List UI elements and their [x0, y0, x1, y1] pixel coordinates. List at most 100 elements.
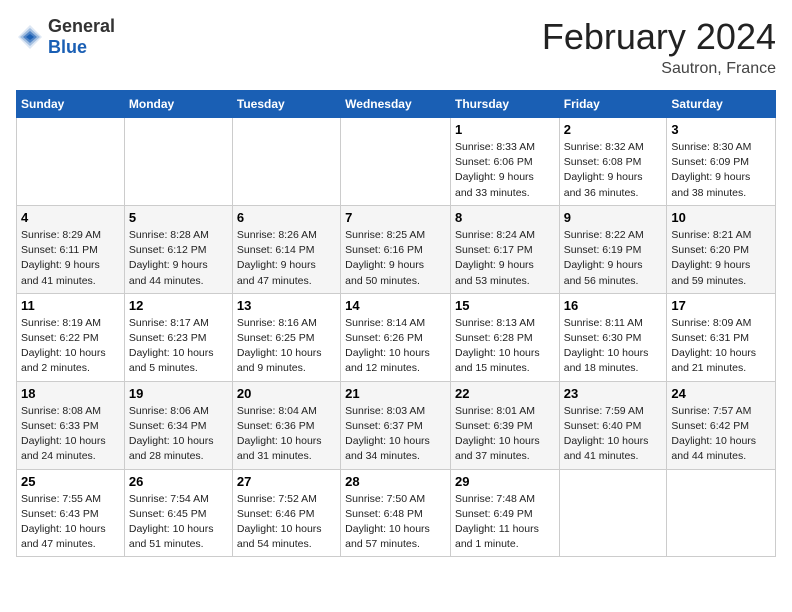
day-info: Sunrise: 8:09 AM Sunset: 6:31 PM Dayligh… — [671, 316, 771, 377]
calendar-cell: 10 Sunrise: 8:21 AM Sunset: 6:20 PM Dayli… — [667, 205, 776, 293]
day-number: 12 — [129, 298, 228, 313]
day-number: 5 — [129, 210, 228, 225]
calendar-cell: 17Sunrise: 8:09 AM Sunset: 6:31 PM Dayli… — [667, 293, 776, 381]
day-info: Sunrise: 7:54 AM Sunset: 6:45 PM Dayligh… — [129, 492, 228, 553]
calendar-cell: 29 Sunrise: 7:48 AM Sunset: 6:49 PM Dayli… — [450, 469, 559, 557]
calendar-cell — [559, 469, 667, 557]
day-number: 22 — [455, 386, 555, 401]
calendar-cell: 18 Sunrise: 8:08 AM Sunset: 6:33 PM Dayli… — [17, 381, 125, 469]
day-number: 9 — [564, 210, 663, 225]
logo: General Blue — [16, 16, 115, 58]
day-number: 4 — [21, 210, 120, 225]
day-number: 13 — [237, 298, 336, 313]
month-title: February 2024 — [542, 16, 776, 58]
day-info: Sunrise: 8:29 AM Sunset: 6:11 PM Dayligh… — [21, 228, 120, 289]
day-info: Sunrise: 8:32 AM Sunset: 6:08 PM Dayligh… — [564, 140, 663, 201]
day-number: 24 — [671, 386, 771, 401]
calendar-cell: 20 Sunrise: 8:04 AM Sunset: 6:36 PM Dayli… — [232, 381, 340, 469]
day-info: Sunrise: 8:11 AM Sunset: 6:30 PM Dayligh… — [564, 316, 663, 377]
day-number: 11 — [21, 298, 120, 313]
logo-general: General — [48, 16, 115, 36]
logo-blue: Blue — [48, 37, 87, 57]
weekday-thursday: Thursday — [450, 91, 559, 118]
day-info: Sunrise: 8:24 AM Sunset: 6:17 PM Dayligh… — [455, 228, 555, 289]
calendar-cell: 21 Sunrise: 8:03 AM Sunset: 6:37 PM Dayli… — [341, 381, 451, 469]
day-info: Sunrise: 8:04 AM Sunset: 6:36 PM Dayligh… — [237, 404, 336, 465]
day-info: Sunrise: 7:52 AM Sunset: 6:46 PM Dayligh… — [237, 492, 336, 553]
calendar-cell: 6Sunrise: 8:26 AM Sunset: 6:14 PM Daylig… — [232, 205, 340, 293]
day-info: Sunrise: 8:14 AM Sunset: 6:26 PM Dayligh… — [345, 316, 446, 377]
location-title: Sautron, France — [542, 60, 776, 78]
calendar-cell: 3 Sunrise: 8:30 AM Sunset: 6:09 PM Daylig… — [667, 118, 776, 206]
day-number: 7 — [345, 210, 446, 225]
calendar-cell: 11 Sunrise: 8:19 AM Sunset: 6:22 PM Dayli… — [17, 293, 125, 381]
day-info: Sunrise: 8:06 AM Sunset: 6:34 PM Dayligh… — [129, 404, 228, 465]
weekday-monday: Monday — [124, 91, 232, 118]
day-number: 18 — [21, 386, 120, 401]
day-number: 25 — [21, 474, 120, 489]
day-info: Sunrise: 8:28 AM Sunset: 6:12 PM Dayligh… — [129, 228, 228, 289]
day-info: Sunrise: 8:19 AM Sunset: 6:22 PM Dayligh… — [21, 316, 120, 377]
calendar-cell: 27 Sunrise: 7:52 AM Sunset: 6:46 PM Dayli… — [232, 469, 340, 557]
day-number: 29 — [455, 474, 555, 489]
title-area: February 2024 Sautron, France — [542, 16, 776, 78]
calendar-cell: 12 Sunrise: 8:17 AM Sunset: 6:23 PM Dayli… — [124, 293, 232, 381]
day-info: Sunrise: 7:48 AM Sunset: 6:49 PM Dayligh… — [455, 492, 555, 553]
day-number: 14 — [345, 298, 446, 313]
day-number: 10 — [671, 210, 771, 225]
day-info: Sunrise: 8:30 AM Sunset: 6:09 PM Dayligh… — [671, 140, 771, 201]
day-info: Sunrise: 8:21 AM Sunset: 6:20 PM Dayligh… — [671, 228, 771, 289]
day-number: 16 — [564, 298, 663, 313]
calendar-row: 18 Sunrise: 8:08 AM Sunset: 6:33 PM Dayli… — [17, 381, 776, 469]
day-number: 2 — [564, 122, 663, 137]
calendar-cell — [124, 118, 232, 206]
day-number: 26 — [129, 474, 228, 489]
calendar-cell: 26 Sunrise: 7:54 AM Sunset: 6:45 PM Dayli… — [124, 469, 232, 557]
day-info: Sunrise: 8:25 AM Sunset: 6:16 PM Dayligh… — [345, 228, 446, 289]
day-info: Sunrise: 8:26 AM Sunset: 6:14 PM Dayligh… — [237, 228, 336, 289]
day-number: 27 — [237, 474, 336, 489]
calendar-table: SundayMondayTuesdayWednesdayThursdayFrid… — [16, 90, 776, 557]
calendar-cell: 1 Sunrise: 8:33 AM Sunset: 6:06 PM Daylig… — [450, 118, 559, 206]
calendar-cell: 4 Sunrise: 8:29 AM Sunset: 6:11 PM Daylig… — [17, 205, 125, 293]
calendar-row: 4 Sunrise: 8:29 AM Sunset: 6:11 PM Daylig… — [17, 205, 776, 293]
day-info: Sunrise: 7:50 AM Sunset: 6:48 PM Dayligh… — [345, 492, 446, 553]
calendar-cell: 14 Sunrise: 8:14 AM Sunset: 6:26 PM Dayli… — [341, 293, 451, 381]
day-info: Sunrise: 8:08 AM Sunset: 6:33 PM Dayligh… — [21, 404, 120, 465]
day-number: 28 — [345, 474, 446, 489]
calendar-row: 1 Sunrise: 8:33 AM Sunset: 6:06 PM Daylig… — [17, 118, 776, 206]
day-info: Sunrise: 7:59 AM Sunset: 6:40 PM Dayligh… — [564, 404, 663, 465]
day-number: 19 — [129, 386, 228, 401]
header: General Blue February 2024 Sautron, Fran… — [16, 16, 776, 78]
day-number: 23 — [564, 386, 663, 401]
calendar-cell: 15Sunrise: 8:13 AM Sunset: 6:28 PM Dayli… — [450, 293, 559, 381]
weekday-sunday: Sunday — [17, 91, 125, 118]
day-number: 3 — [671, 122, 771, 137]
day-number: 21 — [345, 386, 446, 401]
calendar-cell: 19 Sunrise: 8:06 AM Sunset: 6:34 PM Dayli… — [124, 381, 232, 469]
weekday-saturday: Saturday — [667, 91, 776, 118]
day-number: 1 — [455, 122, 555, 137]
calendar-cell: 28 Sunrise: 7:50 AM Sunset: 6:48 PM Dayli… — [341, 469, 451, 557]
calendar-cell: 25 Sunrise: 7:55 AM Sunset: 6:43 PM Dayli… — [17, 469, 125, 557]
weekday-wednesday: Wednesday — [341, 91, 451, 118]
day-number: 15 — [455, 298, 555, 313]
logo-icon — [16, 23, 44, 51]
calendar-cell: 2 Sunrise: 8:32 AM Sunset: 6:08 PM Daylig… — [559, 118, 667, 206]
day-number: 8 — [455, 210, 555, 225]
calendar-cell: 9Sunrise: 8:22 AM Sunset: 6:19 PM Daylig… — [559, 205, 667, 293]
day-info: Sunrise: 7:57 AM Sunset: 6:42 PM Dayligh… — [671, 404, 771, 465]
calendar-cell — [17, 118, 125, 206]
logo-text: General Blue — [48, 16, 115, 58]
calendar-cell: 13Sunrise: 8:16 AM Sunset: 6:25 PM Dayli… — [232, 293, 340, 381]
calendar-cell: 24 Sunrise: 7:57 AM Sunset: 6:42 PM Dayli… — [667, 381, 776, 469]
day-info: Sunrise: 8:17 AM Sunset: 6:23 PM Dayligh… — [129, 316, 228, 377]
calendar-cell — [232, 118, 340, 206]
day-number: 20 — [237, 386, 336, 401]
day-info: Sunrise: 7:55 AM Sunset: 6:43 PM Dayligh… — [21, 492, 120, 553]
day-info: Sunrise: 8:33 AM Sunset: 6:06 PM Dayligh… — [455, 140, 555, 201]
day-info: Sunrise: 8:01 AM Sunset: 6:39 PM Dayligh… — [455, 404, 555, 465]
calendar-cell: 7 Sunrise: 8:25 AM Sunset: 6:16 PM Daylig… — [341, 205, 451, 293]
calendar-cell: 22 Sunrise: 8:01 AM Sunset: 6:39 PM Dayli… — [450, 381, 559, 469]
day-info: Sunrise: 8:03 AM Sunset: 6:37 PM Dayligh… — [345, 404, 446, 465]
